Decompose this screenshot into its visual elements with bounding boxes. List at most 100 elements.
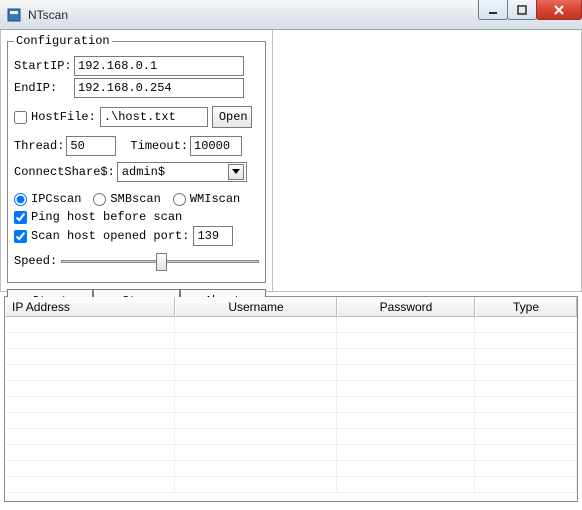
scanport-input[interactable] bbox=[193, 226, 233, 246]
table-row[interactable] bbox=[5, 413, 577, 429]
table-row[interactable] bbox=[5, 477, 577, 493]
table-row[interactable] bbox=[5, 397, 577, 413]
table-cell bbox=[175, 477, 337, 492]
window-title: NTscan bbox=[28, 8, 68, 22]
output-pane[interactable] bbox=[273, 30, 581, 291]
table-cell bbox=[337, 381, 475, 396]
hostfile-checkbox[interactable] bbox=[14, 111, 27, 124]
scanport-label: Scan host opened port: bbox=[31, 229, 189, 243]
table-cell bbox=[175, 381, 337, 396]
smbscan-radio[interactable] bbox=[93, 193, 106, 206]
table-cell bbox=[5, 317, 175, 332]
column-username[interactable]: Username bbox=[175, 297, 337, 317]
minimize-button[interactable] bbox=[478, 0, 508, 20]
listview-header: IP Address Username Password Type bbox=[5, 297, 577, 317]
table-cell bbox=[475, 349, 577, 364]
timeout-input[interactable] bbox=[190, 136, 242, 156]
speed-label: Speed: bbox=[14, 254, 57, 268]
table-cell bbox=[475, 397, 577, 412]
connectshare-select[interactable]: admin$ bbox=[117, 162, 247, 182]
table-cell bbox=[5, 365, 175, 380]
table-cell bbox=[337, 445, 475, 460]
table-row[interactable] bbox=[5, 461, 577, 477]
table-cell bbox=[5, 397, 175, 412]
hostfile-input[interactable] bbox=[100, 107, 208, 127]
config-panel: Configuration StartIP: EndIP: HostFile: … bbox=[1, 30, 273, 291]
table-cell bbox=[337, 413, 475, 428]
speed-slider[interactable] bbox=[61, 250, 259, 272]
endip-label: EndIP: bbox=[14, 81, 74, 95]
startip-input[interactable] bbox=[74, 56, 244, 76]
smbscan-label: SMBscan bbox=[110, 192, 160, 206]
table-cell bbox=[175, 445, 337, 460]
table-row[interactable] bbox=[5, 381, 577, 397]
table-cell bbox=[175, 429, 337, 444]
table-cell bbox=[475, 461, 577, 476]
window-titlebar: NTscan bbox=[0, 0, 582, 30]
table-cell bbox=[475, 381, 577, 396]
table-row[interactable] bbox=[5, 333, 577, 349]
maximize-icon bbox=[517, 5, 527, 15]
connectshare-value: admin$ bbox=[122, 165, 165, 179]
table-cell bbox=[5, 477, 175, 492]
table-cell bbox=[337, 317, 475, 332]
app-icon bbox=[6, 7, 22, 23]
results-listview[interactable]: IP Address Username Password Type bbox=[4, 296, 578, 502]
close-icon bbox=[553, 4, 565, 16]
wmiscan-radio[interactable] bbox=[173, 193, 186, 206]
table-cell bbox=[337, 461, 475, 476]
table-cell bbox=[175, 397, 337, 412]
close-button[interactable] bbox=[536, 0, 582, 20]
endip-input[interactable] bbox=[74, 78, 244, 98]
table-row[interactable] bbox=[5, 317, 577, 333]
table-cell bbox=[175, 365, 337, 380]
table-cell bbox=[175, 461, 337, 476]
table-cell bbox=[175, 317, 337, 332]
table-cell bbox=[475, 317, 577, 332]
connectshare-label: ConnectShare$: bbox=[14, 165, 115, 179]
table-cell bbox=[475, 445, 577, 460]
ipcscan-label: IPCscan bbox=[31, 192, 81, 206]
table-cell bbox=[475, 429, 577, 444]
thread-input[interactable] bbox=[66, 136, 116, 156]
table-cell bbox=[475, 333, 577, 348]
table-cell bbox=[175, 349, 337, 364]
table-row[interactable] bbox=[5, 429, 577, 445]
configuration-group: Configuration StartIP: EndIP: HostFile: … bbox=[7, 34, 266, 283]
thread-label: Thread: bbox=[14, 139, 64, 153]
table-cell bbox=[475, 477, 577, 492]
hostfile-label: HostFile: bbox=[31, 110, 96, 124]
open-button[interactable]: Open bbox=[212, 106, 252, 128]
startip-label: StartIP: bbox=[14, 59, 74, 73]
table-cell bbox=[175, 413, 337, 428]
table-row[interactable] bbox=[5, 445, 577, 461]
table-cell bbox=[5, 445, 175, 460]
table-cell bbox=[5, 381, 175, 396]
ping-checkbox[interactable] bbox=[14, 211, 27, 224]
timeout-label: Timeout: bbox=[130, 139, 188, 153]
table-cell bbox=[337, 365, 475, 380]
chevron-down-icon bbox=[228, 164, 244, 180]
ipcscan-radio[interactable] bbox=[14, 193, 27, 206]
table-cell bbox=[5, 461, 175, 476]
scanport-checkbox[interactable] bbox=[14, 230, 27, 243]
table-cell bbox=[337, 397, 475, 412]
table-row[interactable] bbox=[5, 365, 577, 381]
maximize-button[interactable] bbox=[507, 0, 537, 20]
ping-label: Ping host before scan bbox=[31, 210, 182, 224]
table-cell bbox=[5, 429, 175, 444]
table-cell bbox=[475, 365, 577, 380]
column-ipaddress[interactable]: IP Address bbox=[5, 297, 175, 317]
table-cell bbox=[337, 349, 475, 364]
column-password[interactable]: Password bbox=[337, 297, 475, 317]
wmiscan-label: WMIscan bbox=[190, 192, 240, 206]
column-type[interactable]: Type bbox=[475, 297, 577, 317]
table-cell bbox=[475, 413, 577, 428]
table-row[interactable] bbox=[5, 349, 577, 365]
table-cell bbox=[175, 333, 337, 348]
table-cell bbox=[5, 333, 175, 348]
configuration-legend: Configuration bbox=[14, 34, 112, 48]
minimize-icon bbox=[488, 5, 498, 15]
table-cell bbox=[337, 477, 475, 492]
slider-thumb[interactable] bbox=[156, 253, 167, 271]
